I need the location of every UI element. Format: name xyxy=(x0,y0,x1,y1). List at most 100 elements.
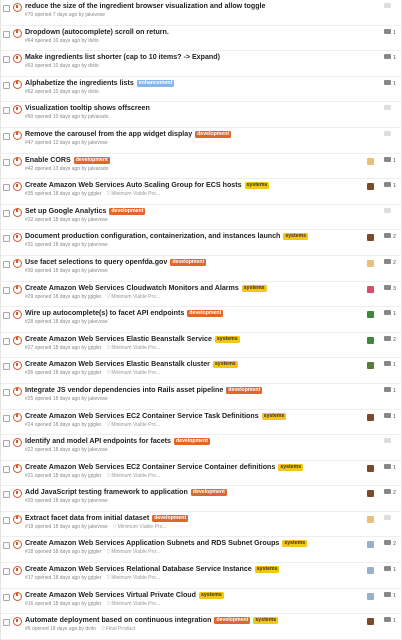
select-checkbox[interactable] xyxy=(3,465,10,473)
issue-row[interactable]: Automate deployment based on continuous … xyxy=(1,614,401,640)
label-systems[interactable]: systems xyxy=(282,540,308,548)
assignee-avatar[interactable] xyxy=(367,259,374,267)
comments[interactable]: 1 xyxy=(384,79,396,88)
comments[interactable]: 2 xyxy=(384,335,396,344)
issue-row[interactable]: Remove the carousel from the app widget … xyxy=(1,127,401,154)
assignee-avatar[interactable] xyxy=(367,157,374,165)
issue-row[interactable]: Alphabetize the ingredients lists enhance… xyxy=(1,76,401,103)
comments[interactable]: 3 xyxy=(384,284,396,293)
comments[interactable] xyxy=(384,105,393,113)
assignee-avatar[interactable] xyxy=(367,541,374,549)
label-development[interactable]: development xyxy=(152,514,189,522)
issue-title-link[interactable]: Add JavaScript testing framework to appl… xyxy=(25,488,188,496)
label-development[interactable]: development xyxy=(187,310,224,318)
comments[interactable]: 2 xyxy=(384,540,396,548)
comments[interactable]: 2 xyxy=(384,233,396,241)
select-checkbox[interactable] xyxy=(3,56,10,64)
issue-title-link[interactable]: Make ingredients list shorter (cap to 10… xyxy=(25,53,220,61)
issue-title-link[interactable]: Create Amazon Web Services Cloudwatch Mo… xyxy=(25,284,239,292)
issue-title-link[interactable]: Create Amazon Web Services Virtual Priva… xyxy=(25,591,196,599)
issue-title-link[interactable]: Create Amazon Web Services Application S… xyxy=(25,539,279,547)
comments[interactable]: 1 xyxy=(384,617,396,625)
assignee-avatar[interactable] xyxy=(367,234,374,242)
assignee-avatar[interactable] xyxy=(367,285,374,293)
comments[interactable]: 1 xyxy=(384,591,396,600)
comments[interactable] xyxy=(384,3,393,11)
assignee-avatar[interactable] xyxy=(367,618,374,626)
select-checkbox[interactable] xyxy=(3,132,10,140)
issue-row[interactable]: Create Amazon Web Services Cloudwatch Mo… xyxy=(1,281,401,308)
select-checkbox[interactable] xyxy=(3,5,10,12)
select-checkbox[interactable] xyxy=(3,260,10,268)
label-systems[interactable]: systems xyxy=(261,412,287,420)
issue-title-link[interactable]: Create Amazon Web Services Relational Da… xyxy=(25,565,252,573)
issue-row[interactable]: Add JavaScript testing framework to appl… xyxy=(1,486,401,512)
issue-row[interactable]: Enable CORS development #42 opened 13 days… xyxy=(1,153,401,180)
issue-title-link[interactable]: Alphabetize the ingredients lists xyxy=(25,79,134,87)
assignee-avatar[interactable] xyxy=(367,567,374,575)
select-checkbox[interactable] xyxy=(3,107,10,115)
select-checkbox[interactable] xyxy=(3,363,10,371)
issue-title-link[interactable]: Document production configuration, conta… xyxy=(25,232,280,240)
assignee-avatar[interactable] xyxy=(367,413,374,421)
comments[interactable]: 1 xyxy=(384,28,396,37)
assignee-avatar[interactable] xyxy=(367,362,374,370)
select-checkbox[interactable] xyxy=(3,414,10,422)
comments[interactable]: 1 xyxy=(384,310,396,318)
label-enhancement[interactable]: enhancement xyxy=(136,79,175,87)
issue-row[interactable]: Make ingredients list shorter (cap to 10… xyxy=(1,51,401,77)
label-systems[interactable]: systems xyxy=(253,617,279,625)
assignee-avatar[interactable] xyxy=(367,592,374,600)
assignee-avatar[interactable] xyxy=(367,311,374,319)
issue-title-link[interactable]: Wire up autocomplete(s) to facet API end… xyxy=(25,309,184,317)
comments[interactable]: 1 xyxy=(384,386,396,395)
assignee-avatar[interactable] xyxy=(367,464,374,472)
issue-row[interactable]: Create Amazon Web Services Auto Scaling … xyxy=(1,179,401,205)
issue-row[interactable]: Set up Google Analytics development #32 op… xyxy=(1,204,401,231)
select-checkbox[interactable] xyxy=(3,491,10,499)
milestone[interactable]: ▽Minimum Viable Pro... xyxy=(106,549,160,555)
select-checkbox[interactable] xyxy=(3,542,10,550)
assignee-avatar[interactable] xyxy=(367,183,374,191)
comments[interactable] xyxy=(384,207,393,216)
comments[interactable]: 1 xyxy=(384,54,396,62)
assignee-avatar[interactable] xyxy=(367,515,374,523)
issue-title-link[interactable]: Create Amazon Web Services EC2 Container… xyxy=(25,412,259,420)
select-checkbox[interactable] xyxy=(3,184,10,192)
milestone[interactable]: ▽Minimum Viable Pro... xyxy=(106,422,160,428)
issue-title-link[interactable]: reduce the size of the ingredient browse… xyxy=(25,2,265,10)
label-systems[interactable]: systems xyxy=(198,591,224,599)
label-systems[interactable]: systems xyxy=(283,233,309,241)
select-checkbox[interactable] xyxy=(3,337,10,345)
comments[interactable]: 1 xyxy=(384,361,396,369)
issue-title-link[interactable]: Enable CORS xyxy=(25,156,71,164)
select-checkbox[interactable] xyxy=(3,568,10,576)
milestone[interactable]: ▽Minimum Viable Pro... xyxy=(106,601,160,607)
label-development[interactable]: development xyxy=(214,617,251,625)
issue-title-link[interactable]: Create Amazon Web Services Auto Scaling … xyxy=(25,181,242,189)
label-development[interactable]: development xyxy=(109,207,146,215)
comments[interactable]: 1 xyxy=(384,566,396,574)
comments[interactable] xyxy=(384,514,393,523)
milestone[interactable]: ▽Final Product xyxy=(101,626,135,632)
issue-title-link[interactable]: Automate deployment based on continuous … xyxy=(25,616,211,624)
comments[interactable]: 1 xyxy=(384,182,396,190)
issue-row[interactable]: Create Amazon Web Services EC2 Container… xyxy=(1,409,401,436)
issue-title-link[interactable]: Dropdown (autocomplete) scroll on return… xyxy=(25,28,169,36)
select-checkbox[interactable] xyxy=(3,158,10,166)
select-checkbox[interactable] xyxy=(3,440,10,448)
issue-row[interactable]: Extract facet data from initial dataset d… xyxy=(1,511,401,538)
issue-title-link[interactable]: Integrate JS vendor dependencies into Ra… xyxy=(25,386,223,394)
milestone[interactable]: ▽Minimum Viable Pro... xyxy=(106,191,160,197)
issue-title-link[interactable]: Remove the carousel from the app widget … xyxy=(25,130,192,138)
label-development[interactable]: development xyxy=(190,489,227,497)
label-systems[interactable]: systems xyxy=(244,182,270,190)
label-development[interactable]: development xyxy=(195,130,232,138)
issue-row[interactable]: Visualization tooltip shows offscreen #60… xyxy=(1,102,401,128)
milestone[interactable]: ▽Minimum Viable Pro... xyxy=(106,294,160,300)
select-checkbox[interactable] xyxy=(3,388,10,396)
label-systems[interactable]: systems xyxy=(212,361,238,369)
issue-row[interactable]: Dropdown (autocomplete) scroll on return… xyxy=(1,25,401,52)
comments[interactable]: 1 xyxy=(384,156,396,165)
milestone[interactable]: ▽Minimum Viable Pro... xyxy=(106,370,160,376)
